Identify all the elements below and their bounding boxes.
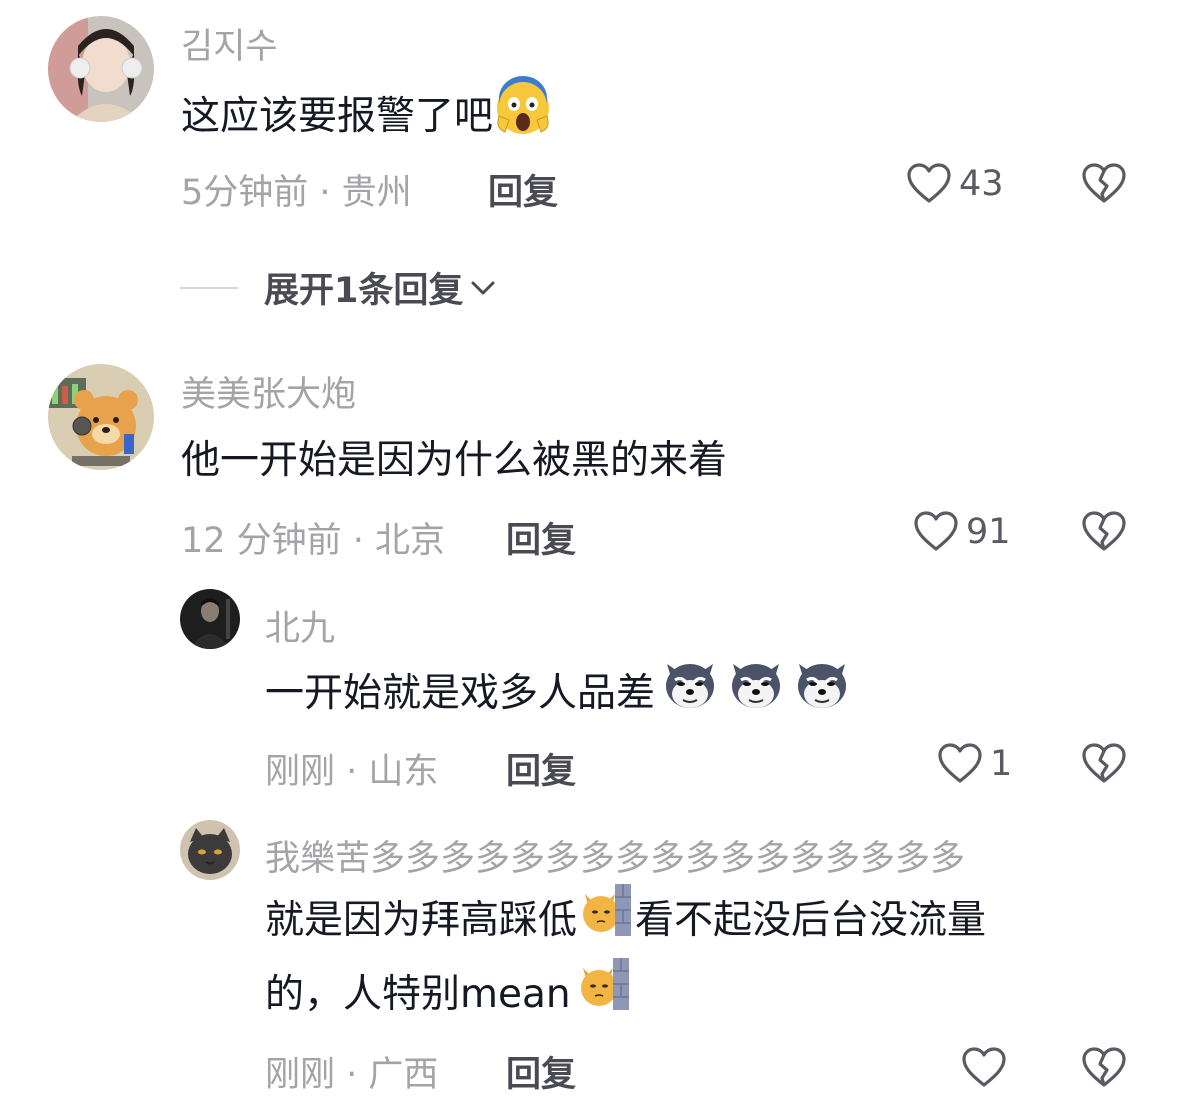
reply-button[interactable]: 回复: [506, 512, 576, 563]
like-button[interactable]: 91: [912, 508, 1011, 556]
reply-meta: 刚刚 · 山东: [265, 752, 439, 792]
comment-username[interactable]: 김지수: [181, 18, 278, 69]
dislike-button[interactable]: [1080, 160, 1128, 212]
reply-text: 的，人特别mean: [265, 958, 629, 1035]
husky-dog-emoji-icon: [661, 654, 719, 737]
husky-dog-emoji-icon: [793, 654, 851, 737]
like-button[interactable]: 43: [905, 160, 1004, 208]
reply-button[interactable]: 回复: [488, 164, 558, 215]
like-button[interactable]: 1: [936, 740, 1012, 788]
heart-icon: [938, 743, 982, 783]
divider: [180, 286, 238, 289]
avatar[interactable]: [48, 16, 154, 122]
heart-icon: [962, 1047, 1006, 1087]
like-button[interactable]: [960, 1044, 1008, 1092]
avatar[interactable]: [48, 364, 154, 470]
reply-username[interactable]: 我樂苦多多多多多多多多多多多多多多多多多: [265, 830, 965, 881]
dislike-button[interactable]: [1080, 1044, 1128, 1096]
broken-heart-icon: [1082, 511, 1126, 551]
reply-text: 一开始就是戏多人品差: [265, 654, 851, 737]
like-count: 43: [959, 164, 1004, 204]
comment-text: 他一开始是因为什么被黑的来着: [181, 438, 728, 483]
comment-meta: 12 分钟前 · 北京: [181, 521, 446, 561]
reply-text-content: 看不起没后台没流量: [635, 898, 987, 943]
reply-text-content: 一开始就是戏多人品差: [265, 671, 656, 716]
reply-username[interactable]: 北九: [265, 600, 335, 651]
comment-text-content: 这应该要报警了吧: [181, 94, 494, 139]
cat-behind-wall-emoji-icon: [579, 958, 629, 1035]
avatar[interactable]: [180, 589, 240, 649]
heart-icon: [914, 511, 958, 551]
reply-button[interactable]: 回复: [506, 743, 576, 794]
like-count: 91: [966, 512, 1011, 552]
dislike-button[interactable]: [1080, 740, 1128, 792]
dislike-button[interactable]: [1080, 508, 1128, 560]
heart-icon: [907, 163, 951, 203]
comment-username[interactable]: 美美张大炮: [181, 366, 356, 417]
comment-meta: 5分钟前 · 贵州: [181, 173, 412, 213]
reply-text-content: 的，人特别mean: [265, 972, 571, 1017]
cat-behind-wall-emoji-icon: [581, 884, 632, 961]
reply-meta: 刚刚 · 广西: [265, 1055, 439, 1095]
chevron-down-icon: [471, 281, 495, 294]
expand-replies-button[interactable]: 展开1条回复: [180, 262, 499, 313]
broken-heart-icon: [1082, 163, 1126, 203]
comment-text: 这应该要报警了吧: [181, 76, 553, 161]
reply-text-content: 就是因为拜高踩低: [265, 898, 578, 943]
expand-replies-label: 展开1条回复: [264, 271, 464, 311]
reply-button[interactable]: 回复: [506, 1046, 576, 1097]
husky-dog-emoji-icon: [727, 654, 785, 737]
reply-text: 就是因为拜高踩低 看不起没后台没流量: [265, 884, 986, 961]
like-count: 1: [990, 744, 1013, 784]
broken-heart-icon: [1082, 743, 1126, 783]
broken-heart-icon: [1082, 1047, 1126, 1087]
avatar[interactable]: [180, 820, 240, 880]
screaming-face-emoji-icon: [493, 76, 553, 161]
